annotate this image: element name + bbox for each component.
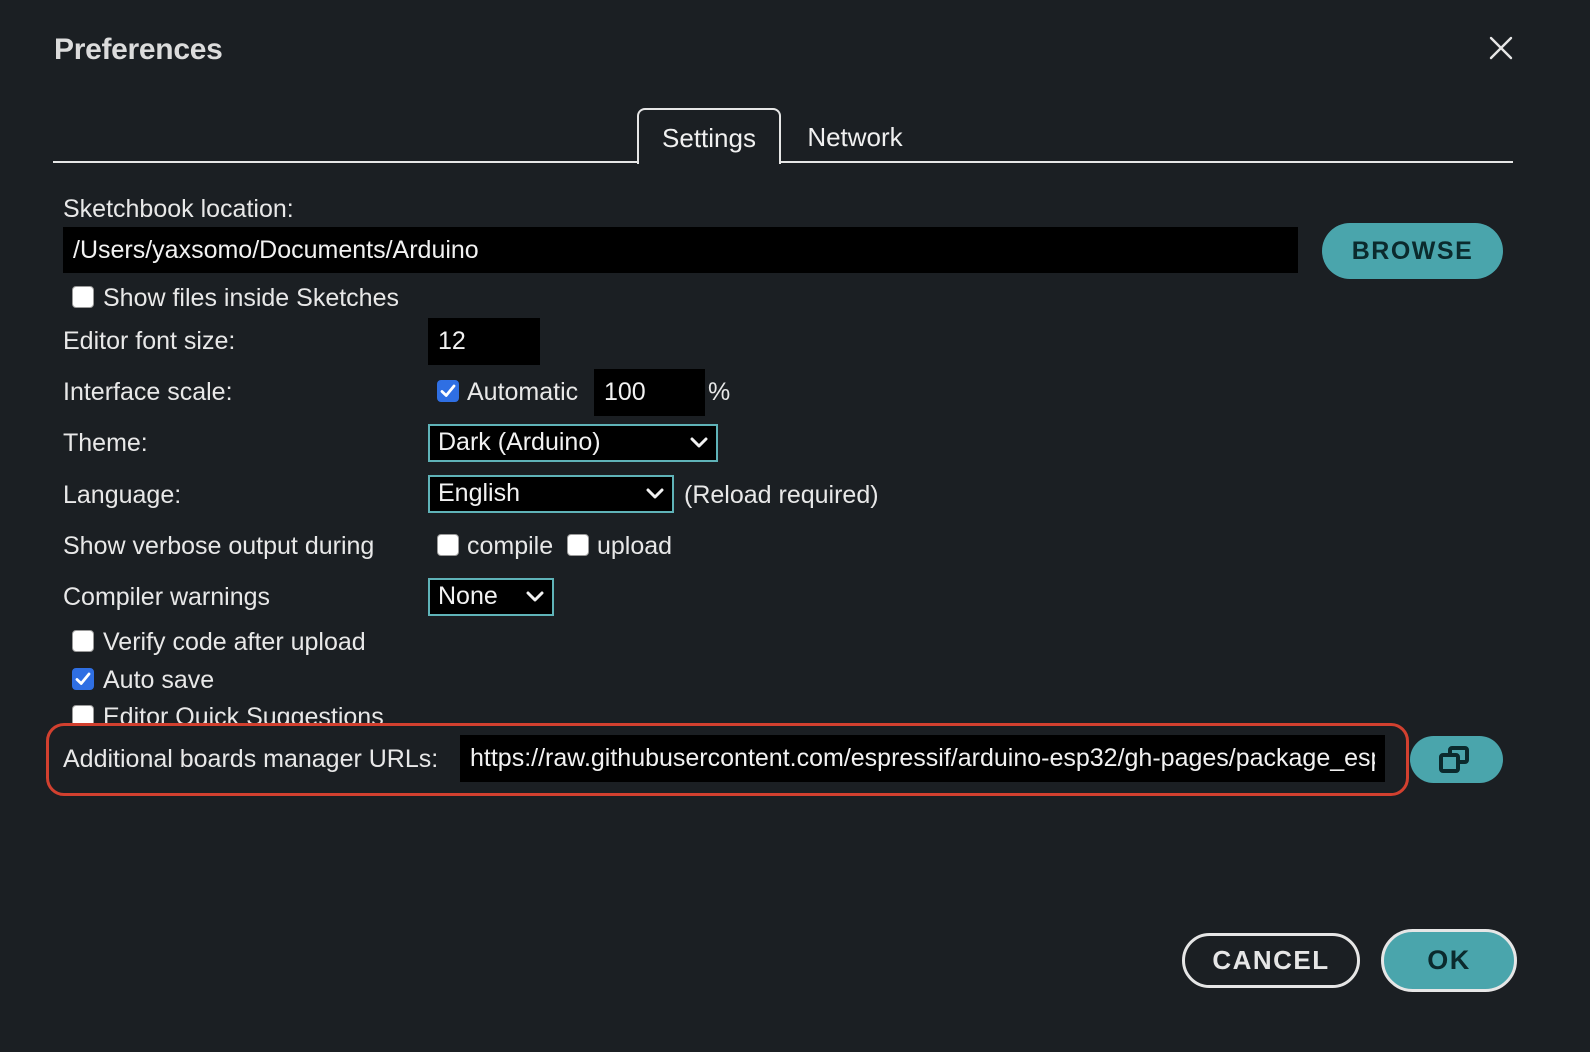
verify-code-label: Verify code after upload — [103, 628, 366, 656]
editor-font-size-input[interactable] — [428, 318, 540, 365]
window-restore-icon — [1439, 746, 1469, 773]
auto-save-checkbox[interactable] — [72, 668, 94, 690]
show-files-label: Show files inside Sketches — [103, 284, 399, 312]
dialog-title: Preferences — [54, 33, 223, 66]
quick-suggestions-label: Editor Quick Suggestions — [103, 703, 384, 725]
percent-unit: % — [708, 378, 731, 406]
language-label: Language: — [63, 481, 182, 509]
editor-font-size-label: Editor font size: — [63, 327, 236, 355]
browse-button[interactable]: BROWSE — [1322, 223, 1503, 279]
compiler-warnings-select[interactable]: None — [428, 578, 554, 616]
language-selected-value: English — [438, 479, 520, 507]
tabs-divider — [53, 161, 638, 163]
chevron-down-icon — [526, 591, 544, 602]
checkmark-icon — [440, 384, 456, 397]
chevron-down-icon — [690, 437, 708, 448]
automatic-checkbox[interactable] — [437, 380, 459, 402]
verbose-compile-checkbox[interactable] — [437, 534, 459, 556]
tab-settings[interactable]: Settings — [637, 108, 781, 164]
sketchbook-location-input[interactable] — [63, 227, 1298, 273]
sketchbook-location-label: Sketchbook location: — [63, 195, 294, 223]
close-icon[interactable] — [1487, 34, 1515, 62]
ok-button[interactable]: OK — [1381, 929, 1517, 992]
verbose-upload-checkbox[interactable] — [567, 534, 589, 556]
interface-scale-label: Interface scale: — [63, 378, 233, 406]
theme-select[interactable]: Dark (Arduino) — [428, 424, 718, 462]
open-urls-editor-button[interactable] — [1410, 736, 1503, 783]
reload-required-note: (Reload required) — [684, 481, 879, 509]
theme-label: Theme: — [63, 429, 148, 457]
quick-suggestions-checkbox[interactable] — [72, 705, 94, 725]
interface-scale-input[interactable] — [594, 369, 705, 416]
boards-urls-label: Additional boards manager URLs: — [63, 745, 439, 773]
compiler-warnings-label: Compiler warnings — [63, 583, 271, 611]
theme-selected-value: Dark (Arduino) — [438, 428, 601, 456]
verbose-upload-label: upload — [597, 532, 673, 560]
tab-network[interactable]: Network — [790, 110, 920, 164]
verify-code-checkbox[interactable] — [72, 630, 94, 652]
verbose-compile-label: compile — [467, 532, 554, 560]
verbose-output-label: Show verbose output during — [63, 532, 375, 560]
automatic-label: Automatic — [467, 378, 579, 406]
quick-suggestions-label-clip: Editor Quick Suggestions — [103, 703, 423, 725]
chevron-down-icon — [646, 488, 664, 499]
auto-save-label: Auto save — [103, 666, 215, 694]
show-files-checkbox[interactable] — [72, 286, 94, 308]
quick-suggestions-checkbox-clip — [72, 705, 96, 725]
cancel-button[interactable]: CANCEL — [1182, 933, 1360, 988]
checkmark-icon — [75, 672, 91, 685]
language-select[interactable]: English — [428, 475, 674, 513]
compiler-warnings-selected-value: None — [438, 582, 498, 610]
boards-urls-input[interactable] — [460, 735, 1385, 782]
